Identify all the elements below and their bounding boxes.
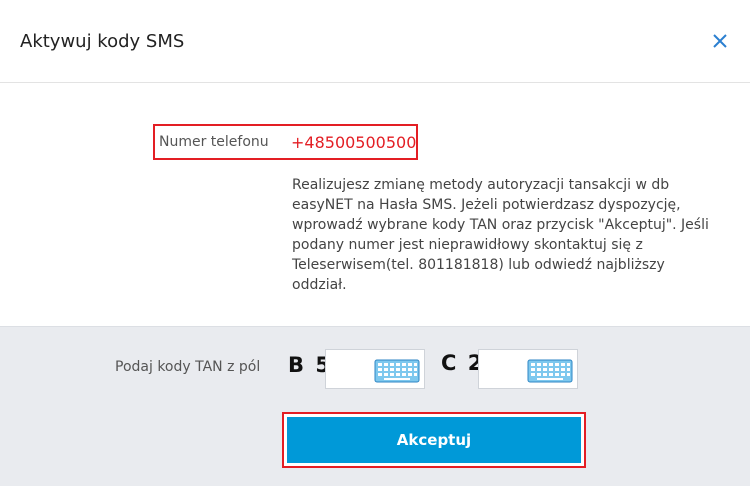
accept-button[interactable]: Akceptuj (287, 417, 581, 463)
accept-button-highlight: Akceptuj (282, 412, 586, 468)
close-icon[interactable] (710, 31, 730, 51)
tan-section: Podaj kody TAN z pól B 5 C 2 Akceptuj (0, 326, 750, 486)
info-text: Realizujesz zmianę metody autoryzacji ta… (292, 177, 709, 293)
tan-input-2-field[interactable] (485, 359, 525, 381)
tan-label: Podaj kody TAN z pól (115, 359, 261, 375)
dialog-header: Aktywuj kody SMS (0, 0, 750, 83)
phone-number-row: Numer telefonu +48500500500 (153, 124, 418, 160)
phone-label: Numer telefonu (159, 134, 269, 150)
dialog-title: Aktywuj kody SMS (20, 31, 185, 52)
sms-activation-dialog: Aktywuj kody SMS Numer telefonu +4850050… (0, 0, 750, 486)
keyboard-icon[interactable] (374, 359, 420, 383)
tan-input-1-field[interactable] (332, 359, 372, 381)
tan-input-1[interactable] (325, 349, 425, 389)
keyboard-icon[interactable] (527, 359, 573, 383)
phone-value: +48500500500 (291, 133, 417, 152)
tan-input-2[interactable] (478, 349, 578, 389)
